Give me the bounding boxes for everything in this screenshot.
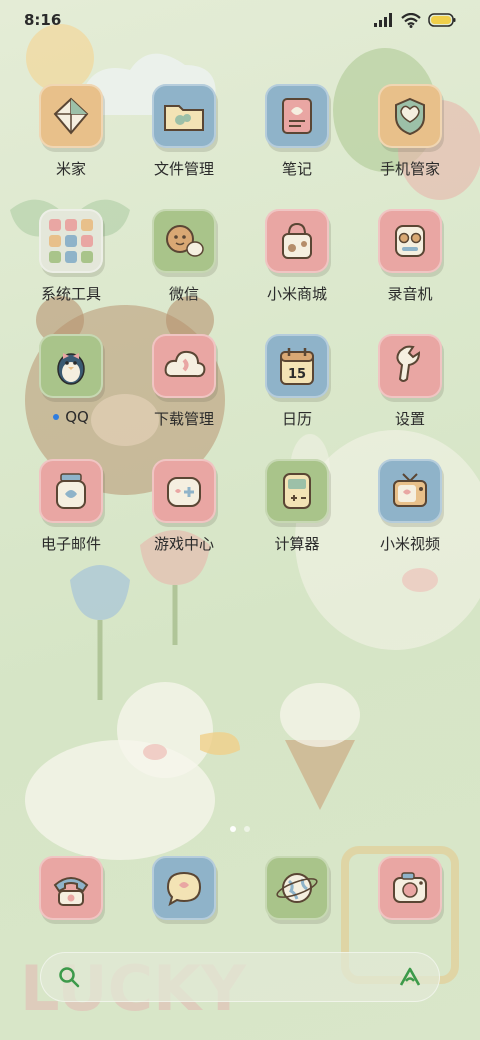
voice-assistant-icon[interactable] — [398, 966, 422, 988]
app-label: 小米商城 — [266, 285, 327, 303]
app-file-manager[interactable]: 文件管理 — [128, 84, 240, 194]
status-time: 8:16 — [24, 11, 62, 29]
app-mi-video[interactable]: 小米视频 — [354, 459, 466, 569]
tv-icon — [378, 459, 442, 523]
app-calendar[interactable]: 15 日历 — [241, 334, 353, 444]
app-email[interactable]: 电子邮件 — [15, 459, 127, 569]
browser-globe-icon — [276, 873, 318, 903]
app-label: 文件管理 — [153, 160, 214, 178]
app-label: 小米视频 — [379, 535, 440, 553]
wifi-icon — [401, 12, 421, 28]
app-label: 系统工具 — [40, 285, 101, 303]
app-recorder[interactable]: 录音机 — [354, 209, 466, 319]
recorder-icon — [378, 209, 442, 273]
message-icon — [166, 871, 202, 907]
gamepad-icon — [152, 459, 216, 523]
app-notes[interactable]: 笔记 — [241, 84, 353, 194]
app-mi-store[interactable]: 小米商城 — [241, 209, 353, 319]
wrench-icon — [378, 334, 442, 398]
app-label: 米家 — [55, 160, 86, 178]
signal-icon — [374, 13, 392, 27]
app-label: 笔记 — [281, 160, 312, 178]
camera-icon — [393, 872, 427, 903]
dock-camera-app[interactable] — [378, 856, 442, 920]
app-wechat[interactable]: 微信 — [128, 209, 240, 319]
phone-icon — [53, 877, 89, 906]
app-downloads[interactable]: 下载管理 — [128, 334, 240, 444]
status-icons — [374, 12, 456, 28]
app-label: 手机管家 — [379, 160, 440, 178]
penguin-icon — [39, 334, 103, 398]
app-label: 下载管理 — [153, 410, 214, 428]
ice-cream-decoration — [285, 740, 355, 810]
tulip-blue — [70, 565, 130, 620]
page-dot[interactable] — [230, 826, 236, 832]
app-label: 计算器 — [274, 535, 320, 553]
calendar-day-text: 15 — [288, 367, 306, 382]
shopping-bag-icon — [265, 209, 329, 273]
app-label: QQ — [65, 408, 89, 426]
dock-phone-app[interactable] — [39, 856, 103, 920]
shield-icon — [378, 84, 442, 148]
app-calculator[interactable]: 计算器 — [241, 459, 353, 569]
chat-cookie-icon — [152, 209, 216, 273]
app-label: 游戏中心 — [153, 535, 214, 553]
new-install-dot — [53, 414, 60, 420]
folder-icon — [152, 84, 216, 148]
page-indicator — [0, 826, 480, 832]
app-label: 电子邮件 — [40, 535, 101, 553]
dock-messages-app[interactable] — [152, 856, 216, 920]
calculator-icon — [265, 459, 329, 523]
app-mijia[interactable]: 米家 — [15, 84, 127, 194]
cloud-download-icon — [152, 334, 216, 398]
app-label: 微信 — [168, 285, 199, 303]
kite-icon — [39, 84, 103, 148]
dock-browser-app[interactable] — [265, 856, 329, 920]
battery-icon — [428, 13, 456, 27]
page-dot[interactable] — [244, 826, 250, 832]
duck-decoration — [25, 740, 215, 860]
search-icon[interactable] — [58, 966, 80, 988]
app-qq[interactable]: QQ — [15, 334, 127, 444]
mail-jar-icon — [39, 459, 103, 523]
search-bar[interactable] — [40, 952, 440, 1002]
folder-grid-icon — [39, 209, 103, 273]
app-game-center[interactable]: 游戏中心 — [128, 459, 240, 569]
dock — [0, 856, 480, 928]
app-label: 录音机 — [387, 285, 433, 303]
app-label-with-badge: QQ — [53, 408, 89, 426]
status-bar: 8:16 — [0, 0, 480, 40]
app-label: 日历 — [281, 410, 312, 428]
calendar-icon: 15 — [265, 334, 329, 398]
app-system-tools-folder[interactable]: 系统工具 — [15, 209, 127, 319]
app-settings[interactable]: 设置 — [354, 334, 466, 444]
app-label: 设置 — [394, 410, 425, 428]
app-security[interactable]: 手机管家 — [354, 84, 466, 194]
notebook-icon — [265, 84, 329, 148]
